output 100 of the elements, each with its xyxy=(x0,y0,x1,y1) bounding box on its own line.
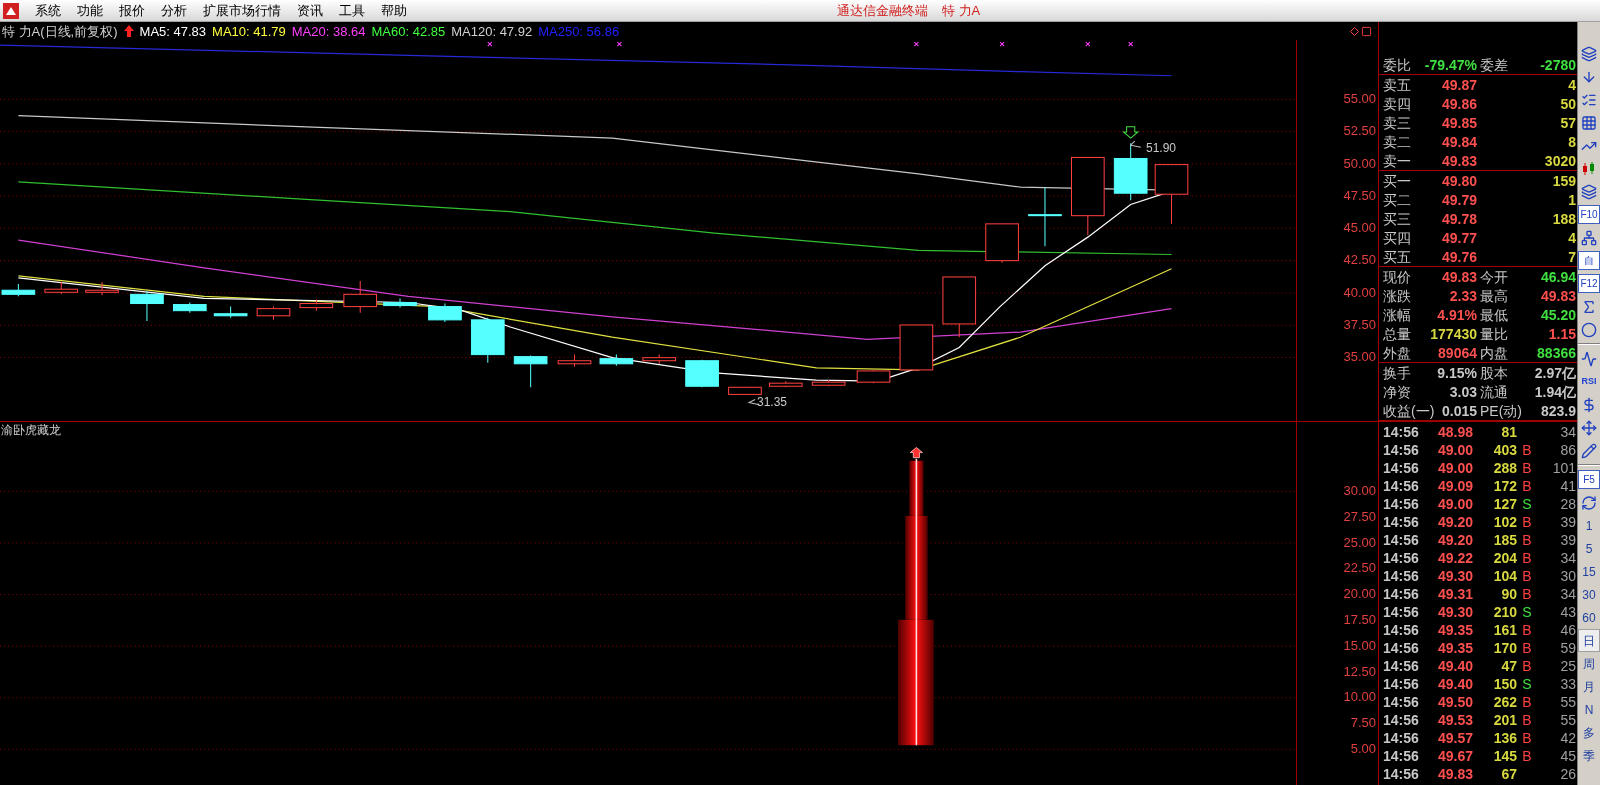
indicator-axis-label: 7.50 xyxy=(1350,716,1376,730)
trade-side: B xyxy=(1521,623,1533,637)
period-button[interactable]: N xyxy=(1578,698,1600,721)
candle xyxy=(1028,186,1062,247)
tree-icon[interactable] xyxy=(1581,229,1597,246)
period-button[interactable]: 季 xyxy=(1578,744,1600,767)
trade-count: 26 xyxy=(1559,767,1577,781)
menu-item[interactable]: 扩展市场行情 xyxy=(195,4,289,17)
trade-volume: 90 xyxy=(1500,587,1517,601)
period-button[interactable]: 日 xyxy=(1578,629,1600,652)
menu-item[interactable]: 工具 xyxy=(331,4,373,17)
candle xyxy=(899,324,934,372)
quote-value: 45.20 xyxy=(1539,307,1577,322)
trade-price: 49.35 xyxy=(1436,623,1473,637)
candle xyxy=(642,354,677,365)
trade-price: 49.20 xyxy=(1436,533,1473,547)
trade-count: 86 xyxy=(1559,443,1577,457)
trade-side: B xyxy=(1521,551,1533,565)
menu-item[interactable]: 帮助 xyxy=(373,4,415,17)
window-icon[interactable] xyxy=(1361,25,1372,37)
stack-icon[interactable] xyxy=(1581,45,1597,62)
toolbar-button[interactable]: RSI xyxy=(1578,370,1600,393)
menu-item[interactable]: 功能 xyxy=(69,4,111,17)
refresh-icon[interactable] xyxy=(1581,494,1597,511)
trade-count: 39 xyxy=(1559,533,1577,547)
trade-count: 25 xyxy=(1559,659,1577,673)
quote-value: -2780 xyxy=(1539,57,1577,72)
cross-mark-icon xyxy=(616,41,622,47)
quote-value: 49.83 xyxy=(1440,153,1477,168)
trade-count: 34 xyxy=(1559,551,1577,565)
dollar-icon[interactable] xyxy=(1581,396,1597,413)
trade-time: 14:56 xyxy=(1382,479,1420,493)
toolbar-button[interactable]: F10 xyxy=(1578,205,1600,224)
candle xyxy=(985,223,1019,264)
price-axis-label: 45.00 xyxy=(1343,221,1376,234)
trade-side: S xyxy=(1521,497,1533,511)
menu-item[interactable]: 分析 xyxy=(153,4,195,17)
quote-label: 卖二 xyxy=(1382,134,1412,149)
app-title: 通达信金融终端 xyxy=(837,1,928,20)
trade-side: B xyxy=(1521,461,1533,475)
price-axis-label: 52.50 xyxy=(1343,124,1376,138)
period-button[interactable]: 周 xyxy=(1578,652,1600,675)
circle-icon[interactable] xyxy=(1581,321,1597,338)
period-button[interactable]: 多 xyxy=(1578,721,1600,744)
candlestick-icon[interactable] xyxy=(1581,160,1597,177)
quote-label: 量比 xyxy=(1479,326,1509,341)
trade-price: 49.53 xyxy=(1436,713,1473,727)
quote-value: 49.78 xyxy=(1440,211,1477,226)
period-button[interactable]: 15 xyxy=(1578,560,1600,583)
price-axis-label: 40.00 xyxy=(1343,285,1376,299)
quote-label: 净资 xyxy=(1382,384,1412,399)
cross-mark-icon xyxy=(1128,41,1134,47)
quote-label: 现价 xyxy=(1382,269,1412,284)
pencil-icon[interactable] xyxy=(1581,442,1597,459)
trade-count: 39 xyxy=(1559,515,1577,529)
diamond-icon[interactable] xyxy=(1350,26,1359,36)
candle xyxy=(1154,164,1189,225)
menu-item[interactable]: 系统 xyxy=(27,4,69,17)
indicator-axis-label: 15.00 xyxy=(1343,638,1376,652)
candle xyxy=(213,306,248,319)
grid-icon[interactable] xyxy=(1581,114,1597,131)
quote-label: 内盘 xyxy=(1479,345,1509,360)
menu-item[interactable]: 资讯 xyxy=(289,4,331,17)
period-button[interactable]: 60 xyxy=(1578,606,1600,629)
stock-name: 特 力A xyxy=(942,1,981,20)
trade-volume: 170 xyxy=(1492,641,1517,655)
trade-count: 55 xyxy=(1559,695,1577,709)
indicator-axis-label: 10.00 xyxy=(1343,690,1376,704)
quote-value: 49.87 xyxy=(1440,77,1477,92)
sigma-icon[interactable] xyxy=(1581,298,1597,315)
trade-time: 14:56 xyxy=(1382,461,1420,475)
quote-value: 49.83 xyxy=(1539,288,1577,303)
quote-value: 7 xyxy=(1567,249,1577,264)
period-button[interactable]: 30 xyxy=(1578,583,1600,606)
price-axis-label: 50.00 xyxy=(1343,156,1376,170)
chart-title: 特 力A(日线,前复权) xyxy=(1,24,118,38)
menu-item[interactable]: 报价 xyxy=(111,4,153,17)
quote-label: 涨跌 xyxy=(1382,288,1412,303)
trade-time: 14:56 xyxy=(1382,659,1420,673)
trade-volume: 102 xyxy=(1492,515,1517,529)
wave-icon[interactable] xyxy=(1581,350,1597,367)
period-button[interactable]: 1 xyxy=(1578,514,1600,537)
quote-value: 88366 xyxy=(1536,345,1577,360)
quote-label: 收益(一) xyxy=(1382,403,1435,418)
toolbar-button[interactable]: F12 xyxy=(1578,274,1600,293)
quote-value: 2.33 xyxy=(1448,288,1477,303)
period-button[interactable]: 月 xyxy=(1578,675,1600,698)
toolbar-button[interactable]: F5 xyxy=(1578,470,1600,489)
candle xyxy=(383,297,417,309)
trade-side: B xyxy=(1521,713,1533,727)
trade-time: 14:56 xyxy=(1382,443,1420,457)
move-icon[interactable] xyxy=(1581,419,1597,436)
trade-time: 14:56 xyxy=(1382,623,1420,637)
candle xyxy=(172,302,207,314)
price-axis-label: 42.50 xyxy=(1343,253,1376,267)
quote-value: 4 xyxy=(1567,77,1577,92)
quote-value: 8 xyxy=(1567,134,1577,149)
cross-mark-icon xyxy=(487,41,493,47)
period-button[interactable]: 5 xyxy=(1578,537,1600,560)
toolbar-button[interactable]: 自 xyxy=(1578,251,1600,270)
